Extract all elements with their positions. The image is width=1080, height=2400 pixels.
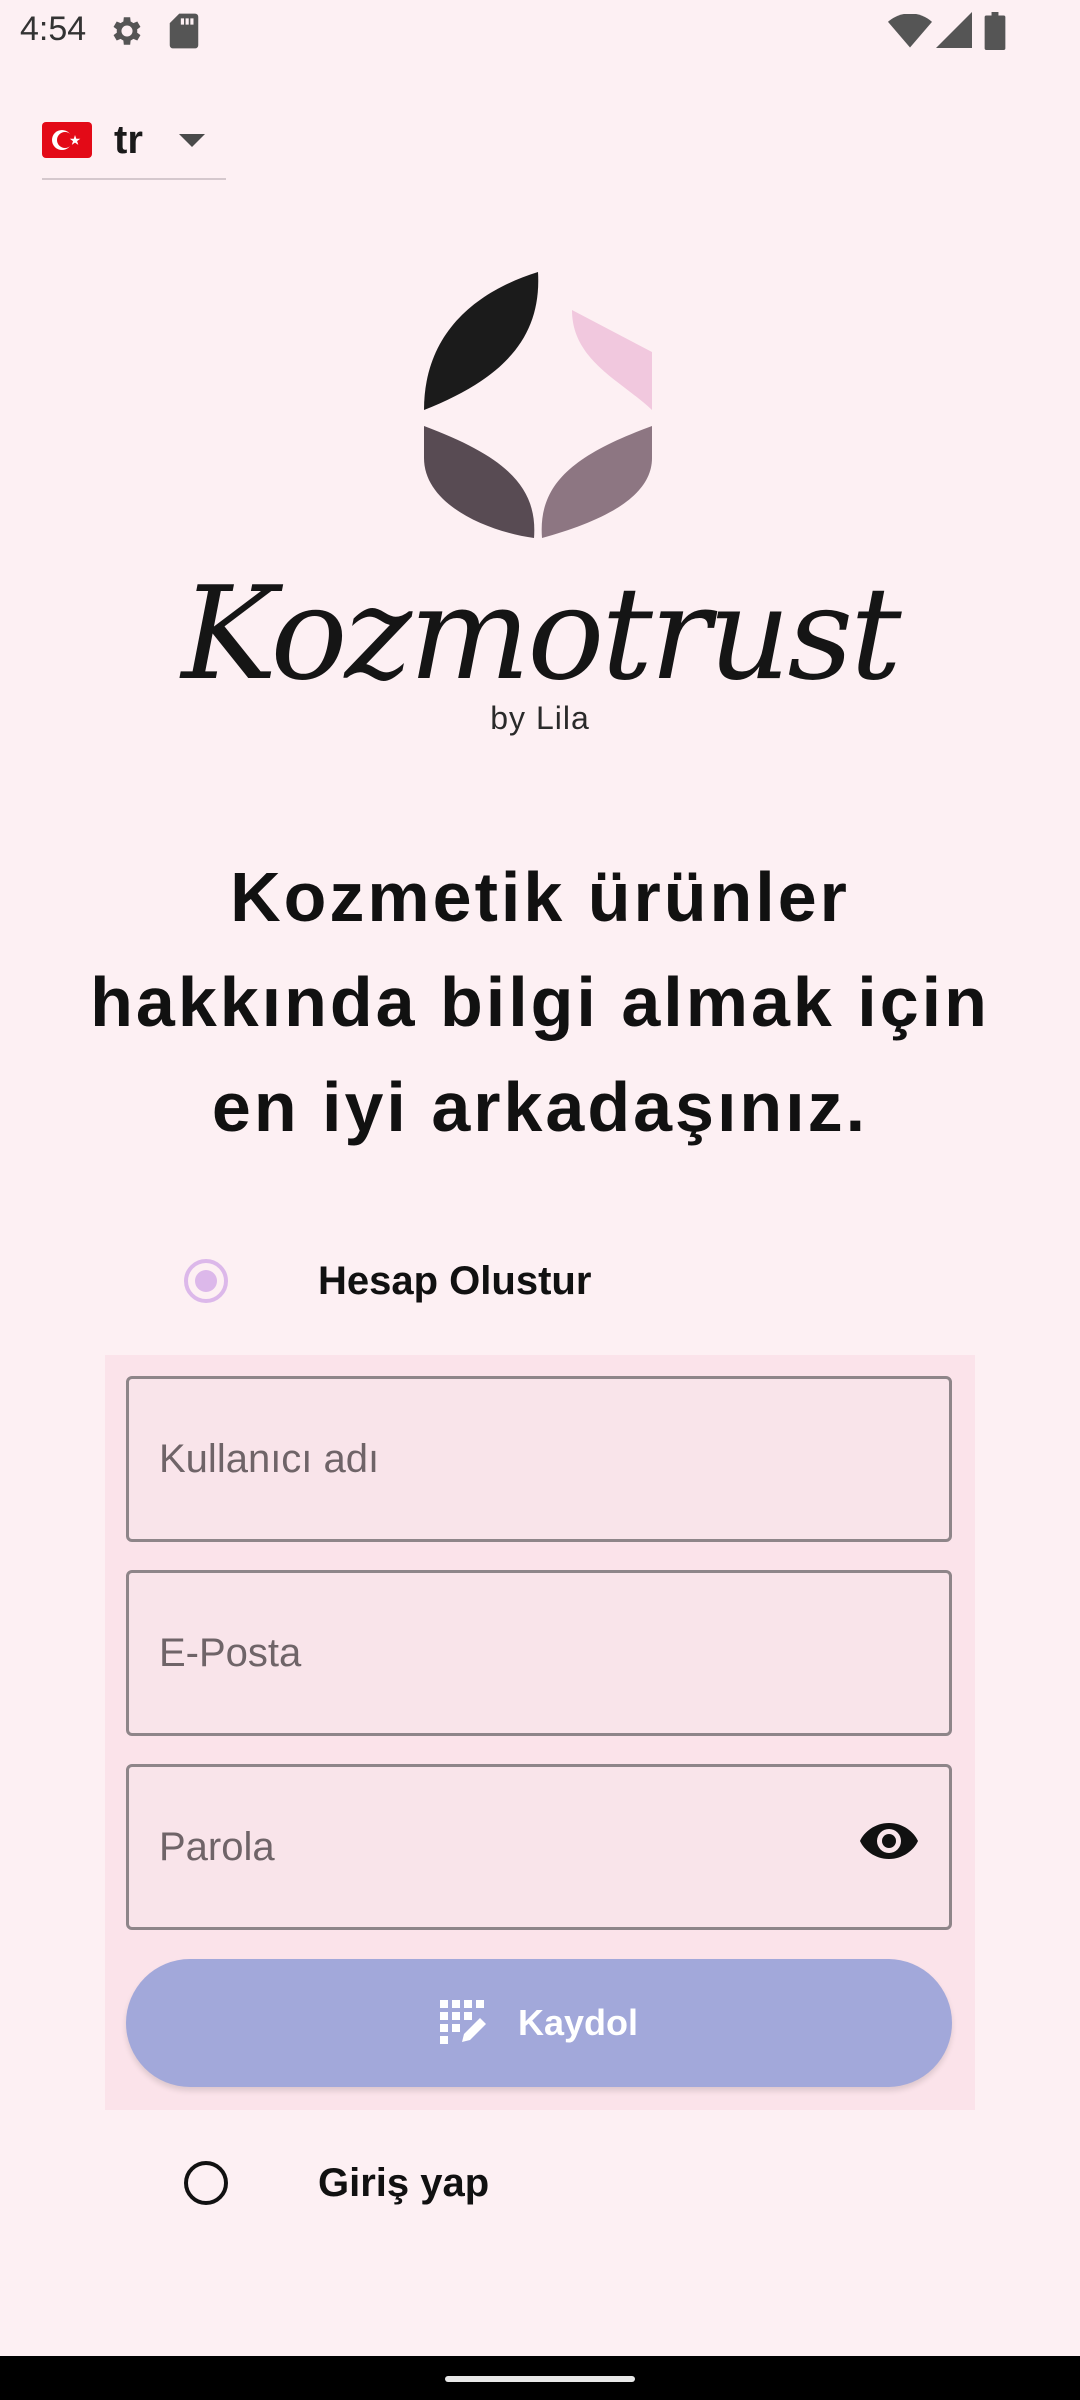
- signup-form: Kullanıcı adı E-Posta Parola Kaydol: [105, 1355, 975, 2110]
- logo-petal-pink: [572, 310, 652, 410]
- login-option[interactable]: Giriş yap: [184, 2155, 489, 2211]
- create-account-option[interactable]: Hesap Olustur: [184, 1253, 591, 1309]
- home-handle[interactable]: [445, 2376, 635, 2382]
- status-bar: 4:54: [0, 0, 1080, 64]
- create-account-radio[interactable]: [184, 1259, 228, 1303]
- turkey-flag-icon: [42, 122, 92, 158]
- email-field[interactable]: E-Posta: [126, 1570, 952, 1736]
- status-time: 4:54: [20, 10, 87, 48]
- battery-icon: [984, 12, 1006, 50]
- logo-petal-black: [424, 272, 539, 410]
- brand-subtitle: by Lila: [490, 700, 590, 736]
- sd-card-icon: [169, 13, 199, 49]
- logo-petal-dark: [424, 426, 535, 538]
- username-placeholder: Kullanıcı adı: [159, 1436, 380, 1481]
- signup-button[interactable]: Kaydol: [126, 1959, 952, 2087]
- login-radio[interactable]: [184, 2161, 228, 2205]
- language-code: tr: [114, 117, 143, 162]
- signup-icon: [439, 2000, 486, 2044]
- email-placeholder: E-Posta: [159, 1630, 302, 1675]
- language-dropdown[interactable]: tr: [42, 102, 226, 180]
- eye-icon[interactable]: [859, 1821, 919, 1861]
- signal-icon: [936, 12, 972, 48]
- wifi-icon: [888, 14, 932, 48]
- brand-name: Kozmotrust: [181, 560, 901, 709]
- password-field[interactable]: Parola: [126, 1764, 952, 1930]
- login-label[interactable]: Giriş yap: [318, 2161, 489, 2206]
- chevron-down-icon: [178, 133, 205, 147]
- username-field[interactable]: Kullanıcı adı: [126, 1376, 952, 1542]
- settings-icon: [113, 17, 141, 45]
- logo-petal-mauve: [541, 426, 652, 538]
- create-account-label[interactable]: Hesap Olustur: [318, 1259, 591, 1304]
- signup-button-label: Kaydol: [517, 2002, 639, 2043]
- password-placeholder: Parola: [159, 1824, 275, 1869]
- brand-logo: [424, 272, 652, 538]
- navigation-bar: [0, 2356, 1080, 2400]
- tagline: Kozmetik ürünler hakkında bilgi almak iç…: [90, 858, 990, 1146]
